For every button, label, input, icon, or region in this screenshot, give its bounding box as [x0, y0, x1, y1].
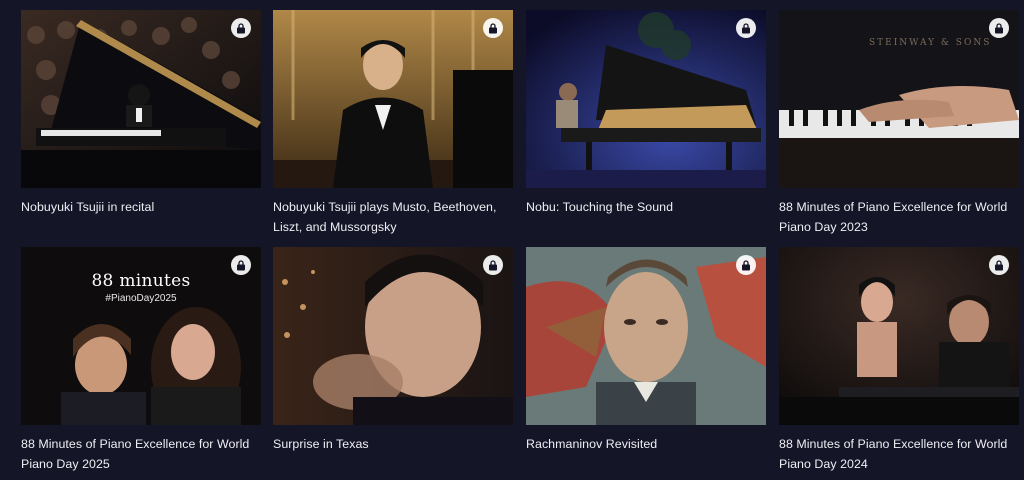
lock-icon: [231, 255, 251, 275]
lock-icon: [989, 255, 1009, 275]
video-thumbnail[interactable]: 88 minutes #PianoDay2025: [21, 247, 261, 425]
overlay-hashtag: #PianoDay2025: [105, 293, 177, 304]
video-title[interactable]: Nobu: Touching the Sound: [526, 197, 766, 217]
video-thumbnail[interactable]: [21, 10, 261, 188]
video-thumbnail[interactable]: STEINWAY & SONS: [779, 10, 1019, 188]
thumbnail-image: [526, 247, 766, 425]
thumbnail-image: [779, 247, 1019, 425]
video-thumbnail[interactable]: [526, 247, 766, 425]
video-thumbnail[interactable]: [779, 247, 1019, 425]
svg-text:STEINWAY & SONS: STEINWAY & SONS: [869, 38, 991, 48]
video-card[interactable]: 88 minutes #PianoDay2025 88 Minutes of P…: [21, 247, 261, 474]
lock-icon: [989, 18, 1009, 38]
video-card[interactable]: Nobuyuki Tsujii in recital: [21, 10, 261, 217]
lock-icon: [483, 18, 503, 38]
video-card[interactable]: 88 Minutes of Piano Excellence for World…: [779, 247, 1019, 474]
video-title[interactable]: Surprise in Texas: [273, 434, 513, 454]
lock-icon: [231, 18, 251, 38]
thumbnail-image: [273, 10, 513, 188]
video-title[interactable]: Nobuyuki Tsujii plays Musto, Beethoven, …: [273, 197, 513, 237]
video-card[interactable]: Surprise in Texas: [273, 247, 513, 454]
video-thumbnail[interactable]: [273, 247, 513, 425]
video-title[interactable]: Rachmaninov Revisited: [526, 434, 766, 454]
video-title[interactable]: 88 Minutes of Piano Excellence for World…: [779, 197, 1019, 237]
video-card[interactable]: Rachmaninov Revisited: [526, 247, 766, 454]
lock-icon: [483, 255, 503, 275]
video-thumbnail[interactable]: [273, 10, 513, 188]
lock-icon: [736, 18, 756, 38]
video-thumbnail[interactable]: [526, 10, 766, 188]
video-card[interactable]: STEINWAY & SONS 88 Minutes of Piano Exce…: [779, 10, 1019, 237]
thumbnail-image: [21, 10, 261, 188]
thumbnail-image: [526, 10, 766, 188]
video-card[interactable]: Nobuyuki Tsujii plays Musto, Beethoven, …: [273, 10, 513, 237]
lock-icon: [736, 255, 756, 275]
video-grid: Nobuyuki Tsujii in recital Nobuyuki Tsuj…: [21, 10, 1021, 480]
video-title[interactable]: Nobuyuki Tsujii in recital: [21, 197, 261, 217]
video-title[interactable]: 88 Minutes of Piano Excellence for World…: [779, 434, 1019, 474]
overlay-title: 88 minutes: [91, 271, 191, 291]
thumbnail-image: STEINWAY & SONS: [779, 10, 1019, 188]
video-title[interactable]: 88 Minutes of Piano Excellence for World…: [21, 434, 261, 474]
thumbnail-image: [273, 247, 513, 425]
video-card[interactable]: Nobu: Touching the Sound: [526, 10, 766, 217]
